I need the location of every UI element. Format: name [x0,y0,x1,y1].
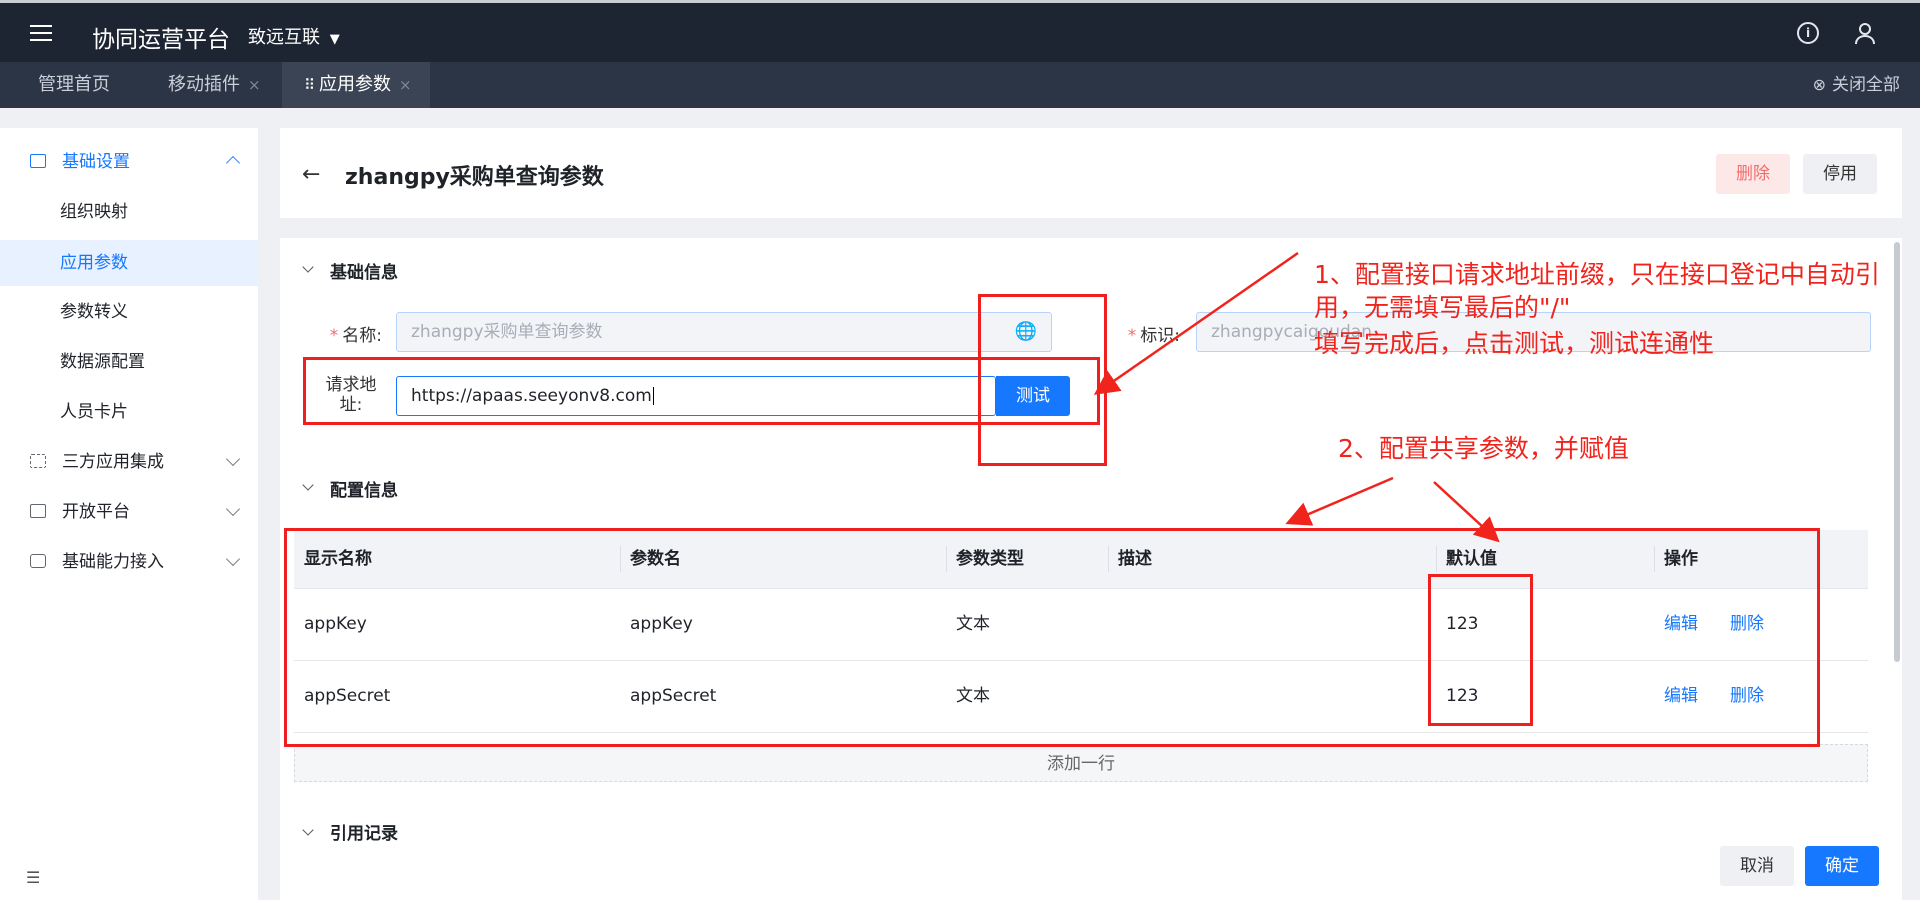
annotation-arrows [1093,251,1500,543]
annotation-note-1-line-3: 填写完成后，点击测试，测试连通性 [1314,329,1715,358]
annotation-note-2: 2、配置共享参数，并赋值 [1338,434,1629,463]
annotation-note-1-line-2: 用，无需填写最后的"/" [1314,293,1571,322]
annotation-note-1-line-1: 1、配置接口请求地址前缀，只在接口登记中自动引 [1314,260,1880,289]
